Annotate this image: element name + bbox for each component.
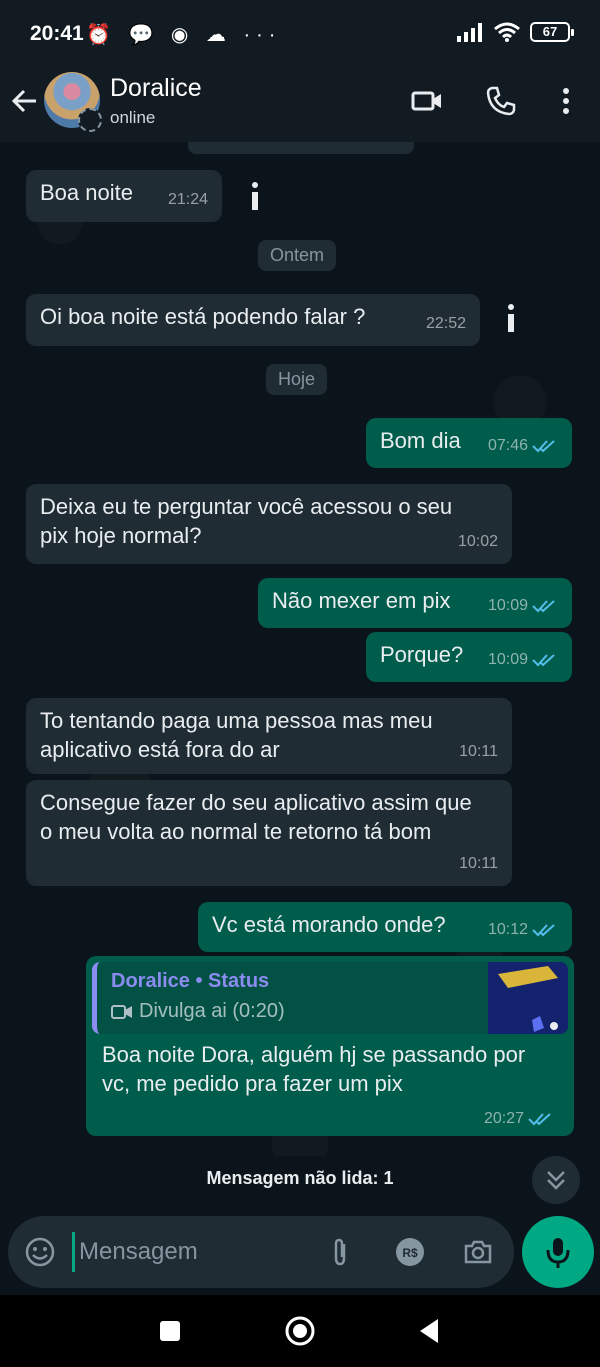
quote-subtitle: Divulga ai (0:20) xyxy=(111,1000,285,1023)
message-text: Vc está morando onde? xyxy=(212,912,446,937)
video-call-icon[interactable] xyxy=(410,84,444,118)
status-bar: 20:41 ⏰ 💬 ◉ ☁ ··· 67 xyxy=(0,0,600,70)
read-ticks-icon xyxy=(532,599,555,612)
message-text: Bom dia xyxy=(380,428,461,453)
message-time: 10:12 xyxy=(488,915,558,944)
payment-icon[interactable]: R$ xyxy=(394,1236,426,1268)
phone-call-icon[interactable] xyxy=(484,84,518,118)
message-text: Deixa eu te perguntar você acessou o seu… xyxy=(40,494,453,548)
system-nav-bar xyxy=(0,1295,600,1367)
paperclip-icon[interactable] xyxy=(324,1236,356,1268)
wifi-icon xyxy=(494,22,520,42)
chevron-double-down-icon xyxy=(547,1171,565,1190)
message-incoming[interactable]: Oi boa noite está podendo falar ? 22:52 xyxy=(26,294,480,346)
info-icon[interactable] xyxy=(246,180,264,214)
notification-icons: ⏰ 💬 ◉ ☁ ··· xyxy=(86,24,282,46)
message-text: Boa noite Dora, alguém hj se passando po… xyxy=(102,1042,526,1096)
read-ticks-icon xyxy=(532,923,555,936)
message-outgoing[interactable]: Bom dia 07:46 xyxy=(366,418,572,468)
message-time: 10:02 xyxy=(457,533,498,550)
recents-icon[interactable] xyxy=(154,1315,186,1347)
read-ticks-icon xyxy=(528,1113,551,1126)
message-text: Consegue fazer do seu aplicativo assim q… xyxy=(40,790,472,844)
message-text: Oi boa noite está podendo falar ? xyxy=(40,304,366,329)
date-chip-yesterday: Ontem xyxy=(258,240,337,271)
contact-name[interactable]: Doralice xyxy=(110,74,202,103)
svg-text:R$: R$ xyxy=(402,1246,418,1260)
emoji-icon[interactable] xyxy=(24,1236,56,1268)
message-time: 07:46 xyxy=(488,431,558,460)
message-time: 22:52 xyxy=(425,315,466,332)
info-icon[interactable] xyxy=(502,302,520,336)
back-nav-icon[interactable] xyxy=(414,1315,446,1347)
message-time: 10:09 xyxy=(488,591,558,620)
message-input[interactable] xyxy=(72,1232,312,1272)
status-ring-icon xyxy=(78,108,102,132)
chat-area[interactable]: Boa noite 21:24 Ontem Oi boa noite está … xyxy=(0,142,600,1215)
message-time: 10:11 xyxy=(459,855,498,872)
thumbnail-image xyxy=(488,962,568,1034)
signal-icon xyxy=(457,23,482,42)
home-icon[interactable] xyxy=(284,1315,316,1347)
voice-record-button[interactable] xyxy=(522,1216,594,1288)
message-outgoing[interactable]: Não mexer em pix 10:09 xyxy=(258,578,572,628)
video-icon xyxy=(111,1004,132,1019)
message-incoming[interactable]: Consegue fazer do seu aplicativo assim q… xyxy=(26,780,512,886)
message-bubble-partial xyxy=(188,142,414,154)
quote-author: Doralice • Status xyxy=(111,970,270,992)
date-chip-today: Hoje xyxy=(266,364,328,395)
message-incoming[interactable]: Deixa eu te perguntar você acessou o seu… xyxy=(26,484,512,564)
message-text: To tentando paga uma pessoa mas meu apli… xyxy=(40,708,433,762)
message-text: Porque? xyxy=(380,642,464,667)
message-incoming[interactable]: Boa noite 21:24 xyxy=(26,170,222,222)
contact-status: online xyxy=(110,108,156,127)
status-thumbnail xyxy=(488,962,568,1034)
message-incoming[interactable]: To tentando paga uma pessoa mas meu apli… xyxy=(26,698,512,774)
scroll-to-bottom-button[interactable] xyxy=(532,1156,580,1204)
clock: 20:41 xyxy=(30,22,84,45)
chat-header: Doralice online xyxy=(0,70,600,142)
message-composer: R$ xyxy=(8,1216,514,1288)
unread-banner: Mensagem não lida: 1 xyxy=(170,1156,430,1200)
message-time: 10:11 xyxy=(459,743,498,760)
message-outgoing[interactable]: Vc está morando onde? 10:12 xyxy=(198,902,572,952)
message-text: Não mexer em pix xyxy=(272,588,451,613)
read-ticks-icon xyxy=(532,439,555,452)
message-outgoing[interactable]: Porque? 10:09 xyxy=(366,632,572,682)
quoted-status[interactable]: Doralice • Status Divulga ai (0:20) xyxy=(92,962,568,1034)
system-indicators: 67 xyxy=(456,22,574,42)
read-ticks-icon xyxy=(532,653,555,666)
camera-icon[interactable] xyxy=(462,1236,494,1268)
message-time: 10:09 xyxy=(488,645,558,674)
message-time: 20:27 xyxy=(484,1110,554,1128)
back-arrow-icon[interactable] xyxy=(10,86,40,116)
message-time: 21:24 xyxy=(167,191,208,208)
battery-indicator: 67 xyxy=(530,22,574,42)
message-text: Boa noite xyxy=(40,180,133,205)
more-options-icon[interactable] xyxy=(550,84,584,118)
microphone-icon xyxy=(546,1238,570,1268)
